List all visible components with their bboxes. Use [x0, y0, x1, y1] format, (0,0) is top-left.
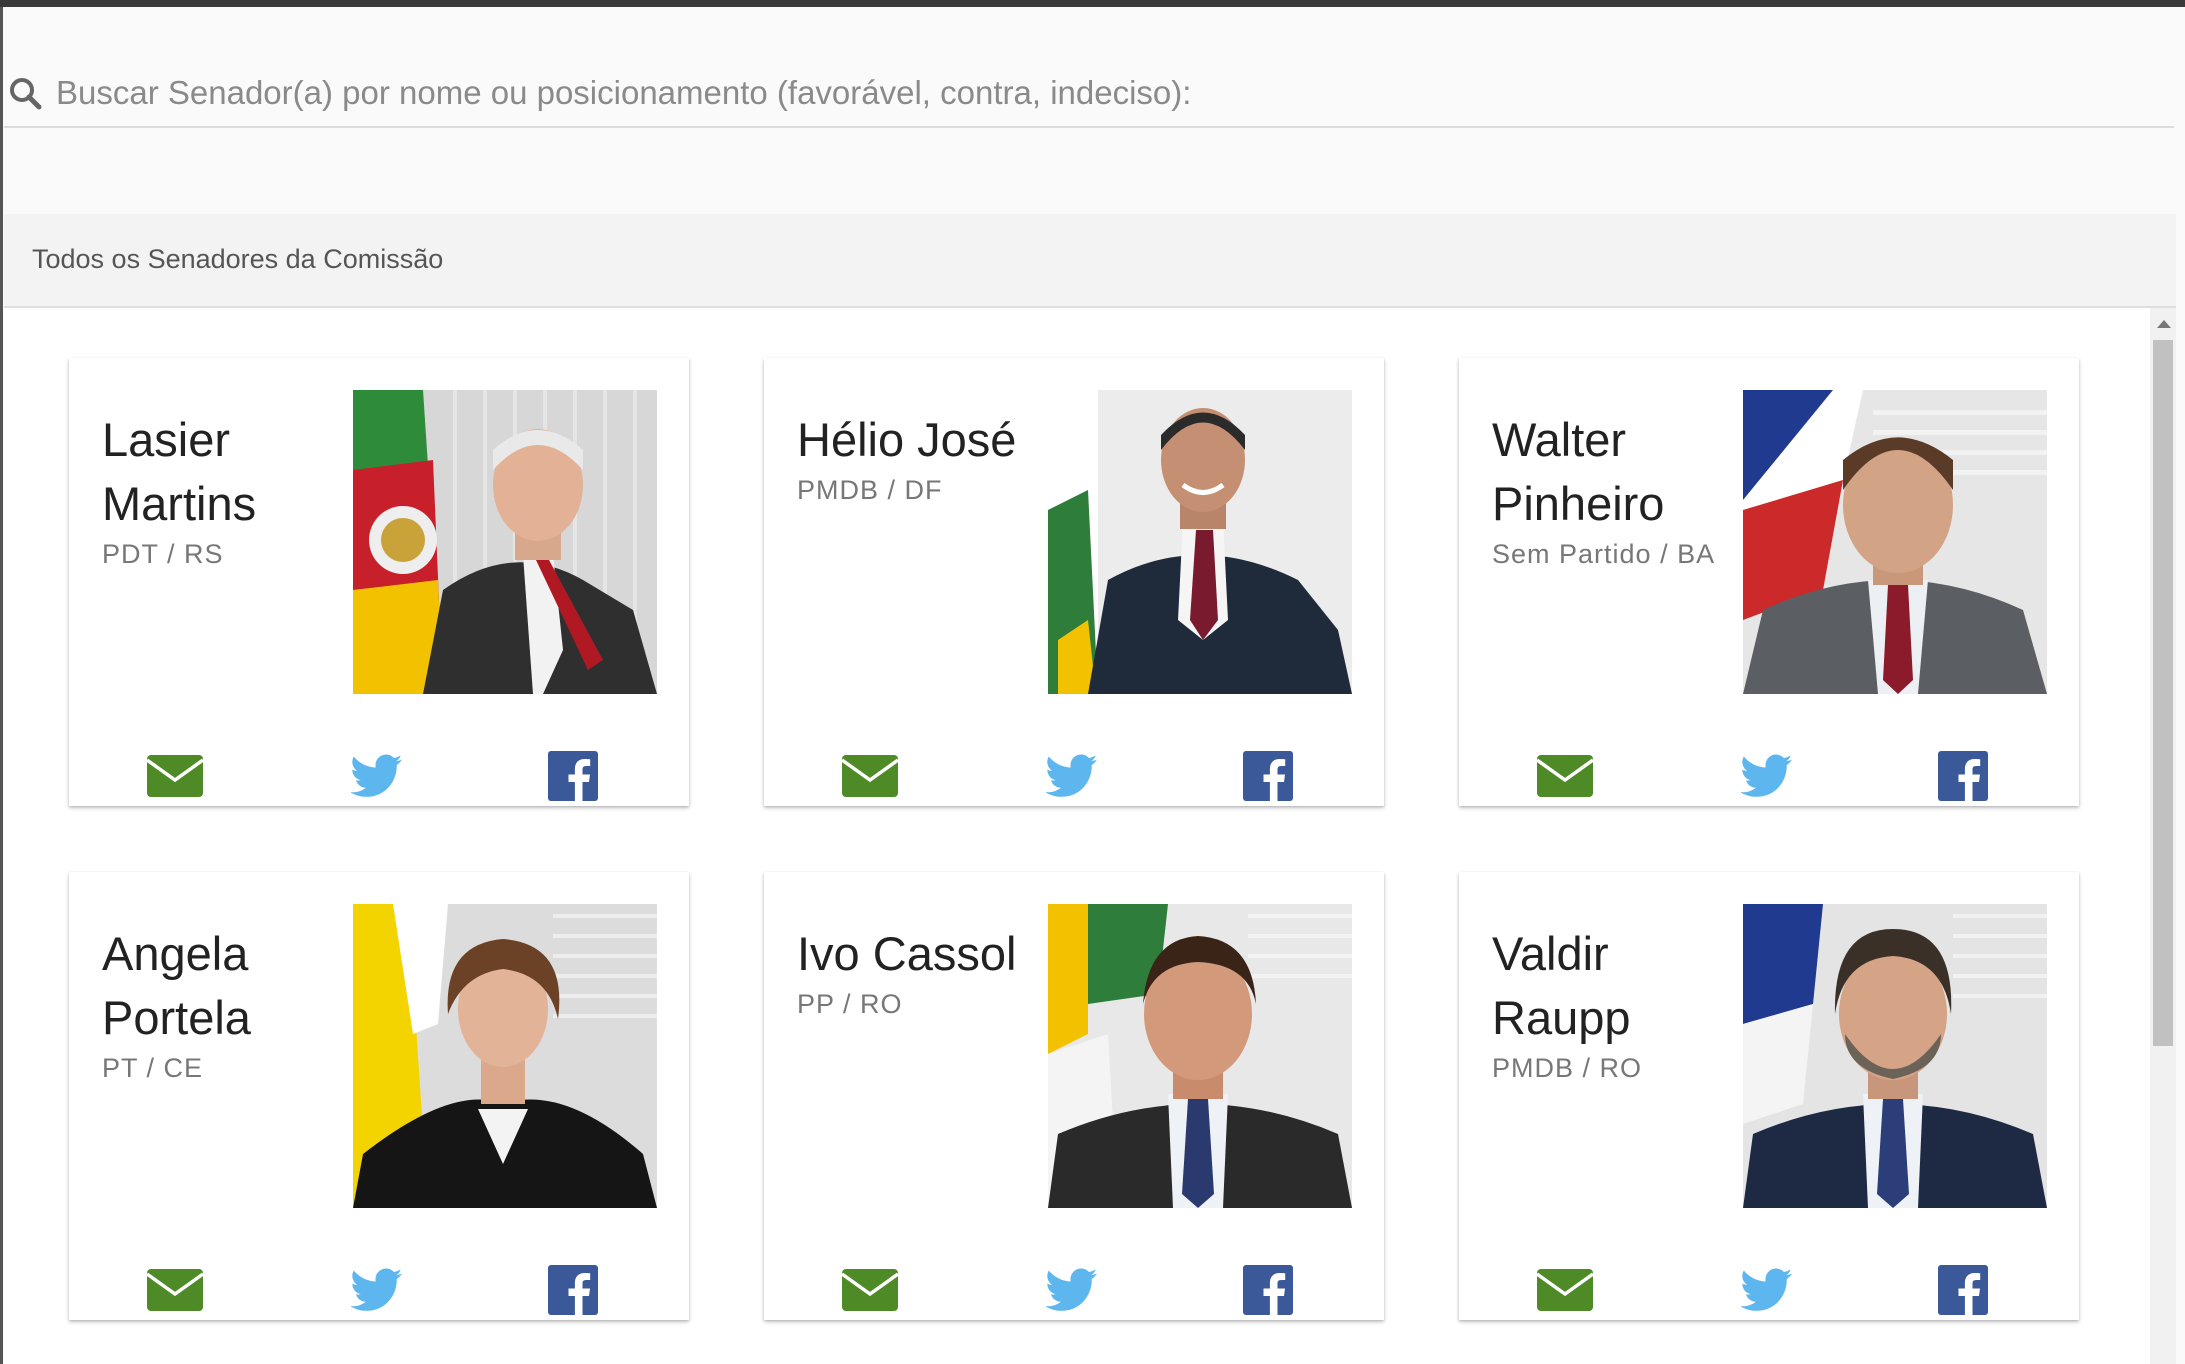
contact-actions	[764, 746, 1384, 806]
facebook-button[interactable]	[1933, 1260, 1993, 1320]
facebook-icon	[1243, 1265, 1293, 1315]
section-header: Todos os Senadores da Comissão	[4, 214, 2176, 308]
twitter-button[interactable]	[347, 746, 407, 806]
email-button[interactable]	[840, 1260, 900, 1320]
senator-photo	[353, 904, 657, 1208]
page: Todos os Senadores da Comissão Lasier Ma…	[0, 0, 2185, 1364]
senator-name: Lasier Martins	[102, 413, 257, 530]
senator-card: Angela Portela PT / CE	[69, 872, 689, 1320]
senator-card: Walter Pinheiro Sem Partido / BA	[1459, 358, 2079, 806]
senator-party: PMDB / DF	[797, 475, 943, 505]
envelope-icon	[841, 755, 899, 797]
senator-card: Valdir Raupp PMDB / RO	[1459, 872, 2079, 1320]
envelope-icon	[146, 1269, 204, 1311]
senator-card: Hélio José PMDB / DF	[764, 358, 1384, 806]
senator-party: PMDB / RO	[1492, 1053, 1643, 1083]
senator-name: Walter Pinheiro	[1492, 413, 1665, 530]
twitter-button[interactable]	[1042, 1260, 1102, 1320]
senator-party: PT / CE	[102, 1053, 204, 1083]
search-icon	[10, 78, 42, 110]
senator-party: PDT / RS	[102, 539, 224, 569]
facebook-icon	[548, 1265, 598, 1315]
senator-photo	[1743, 390, 2047, 694]
senator-party: PP / RO	[797, 989, 903, 1019]
facebook-icon	[1938, 1265, 1988, 1315]
twitter-button[interactable]	[1737, 746, 1797, 806]
email-button[interactable]	[145, 1260, 205, 1320]
facebook-button[interactable]	[543, 1260, 603, 1320]
twitter-button[interactable]	[1737, 1260, 1797, 1320]
facebook-button[interactable]	[543, 746, 603, 806]
email-button[interactable]	[1535, 1260, 1595, 1320]
search-input[interactable]	[56, 68, 2156, 118]
facebook-button[interactable]	[1933, 746, 1993, 806]
section-title: Todos os Senadores da Comissão	[32, 244, 444, 274]
contact-actions	[1459, 746, 2079, 806]
senator-photo	[1743, 904, 2047, 1208]
senator-photo	[353, 390, 657, 694]
contact-actions	[1459, 1260, 2079, 1320]
senator-photo	[1048, 904, 1352, 1208]
twitter-button[interactable]	[347, 1260, 407, 1320]
window-left-edge	[0, 7, 3, 1364]
contact-actions	[764, 1260, 1384, 1320]
contact-actions	[69, 746, 689, 806]
senator-party: Sem Partido / BA	[1492, 539, 1716, 569]
senator-name: Valdir Raupp	[1492, 927, 1631, 1044]
facebook-icon	[548, 751, 598, 801]
twitter-icon	[1046, 1268, 1098, 1311]
envelope-icon	[841, 1269, 899, 1311]
twitter-icon	[1741, 1268, 1793, 1311]
facebook-button[interactable]	[1238, 1260, 1298, 1320]
twitter-icon	[351, 1268, 403, 1311]
facebook-icon	[1243, 751, 1293, 801]
twitter-icon	[1046, 754, 1098, 797]
twitter-icon	[351, 754, 403, 797]
envelope-icon	[1536, 1269, 1594, 1311]
facebook-icon	[1938, 751, 1988, 801]
scrollbar-thumb[interactable]	[2153, 340, 2173, 1046]
scroll-up-icon[interactable]	[2157, 320, 2171, 328]
email-button[interactable]	[1535, 746, 1595, 806]
senator-card: Lasier Martins PDT / RS	[69, 358, 689, 806]
contact-actions	[69, 1260, 689, 1320]
window-top-edge	[0, 0, 2185, 7]
envelope-icon	[1536, 755, 1594, 797]
senator-photo	[1048, 390, 1352, 694]
search-bar	[4, 60, 2174, 128]
email-button[interactable]	[840, 746, 900, 806]
senator-name: Angela Portela	[102, 927, 251, 1044]
envelope-icon	[146, 755, 204, 797]
twitter-button[interactable]	[1042, 746, 1102, 806]
facebook-button[interactable]	[1238, 746, 1298, 806]
twitter-icon	[1741, 754, 1793, 797]
email-button[interactable]	[145, 746, 205, 806]
senator-card: Ivo Cassol PP / RO	[764, 872, 1384, 1320]
scrollbar[interactable]	[2150, 308, 2176, 1364]
senator-grid: Lasier Martins PDT / RS Hélio José PMDB …	[4, 308, 2150, 1364]
